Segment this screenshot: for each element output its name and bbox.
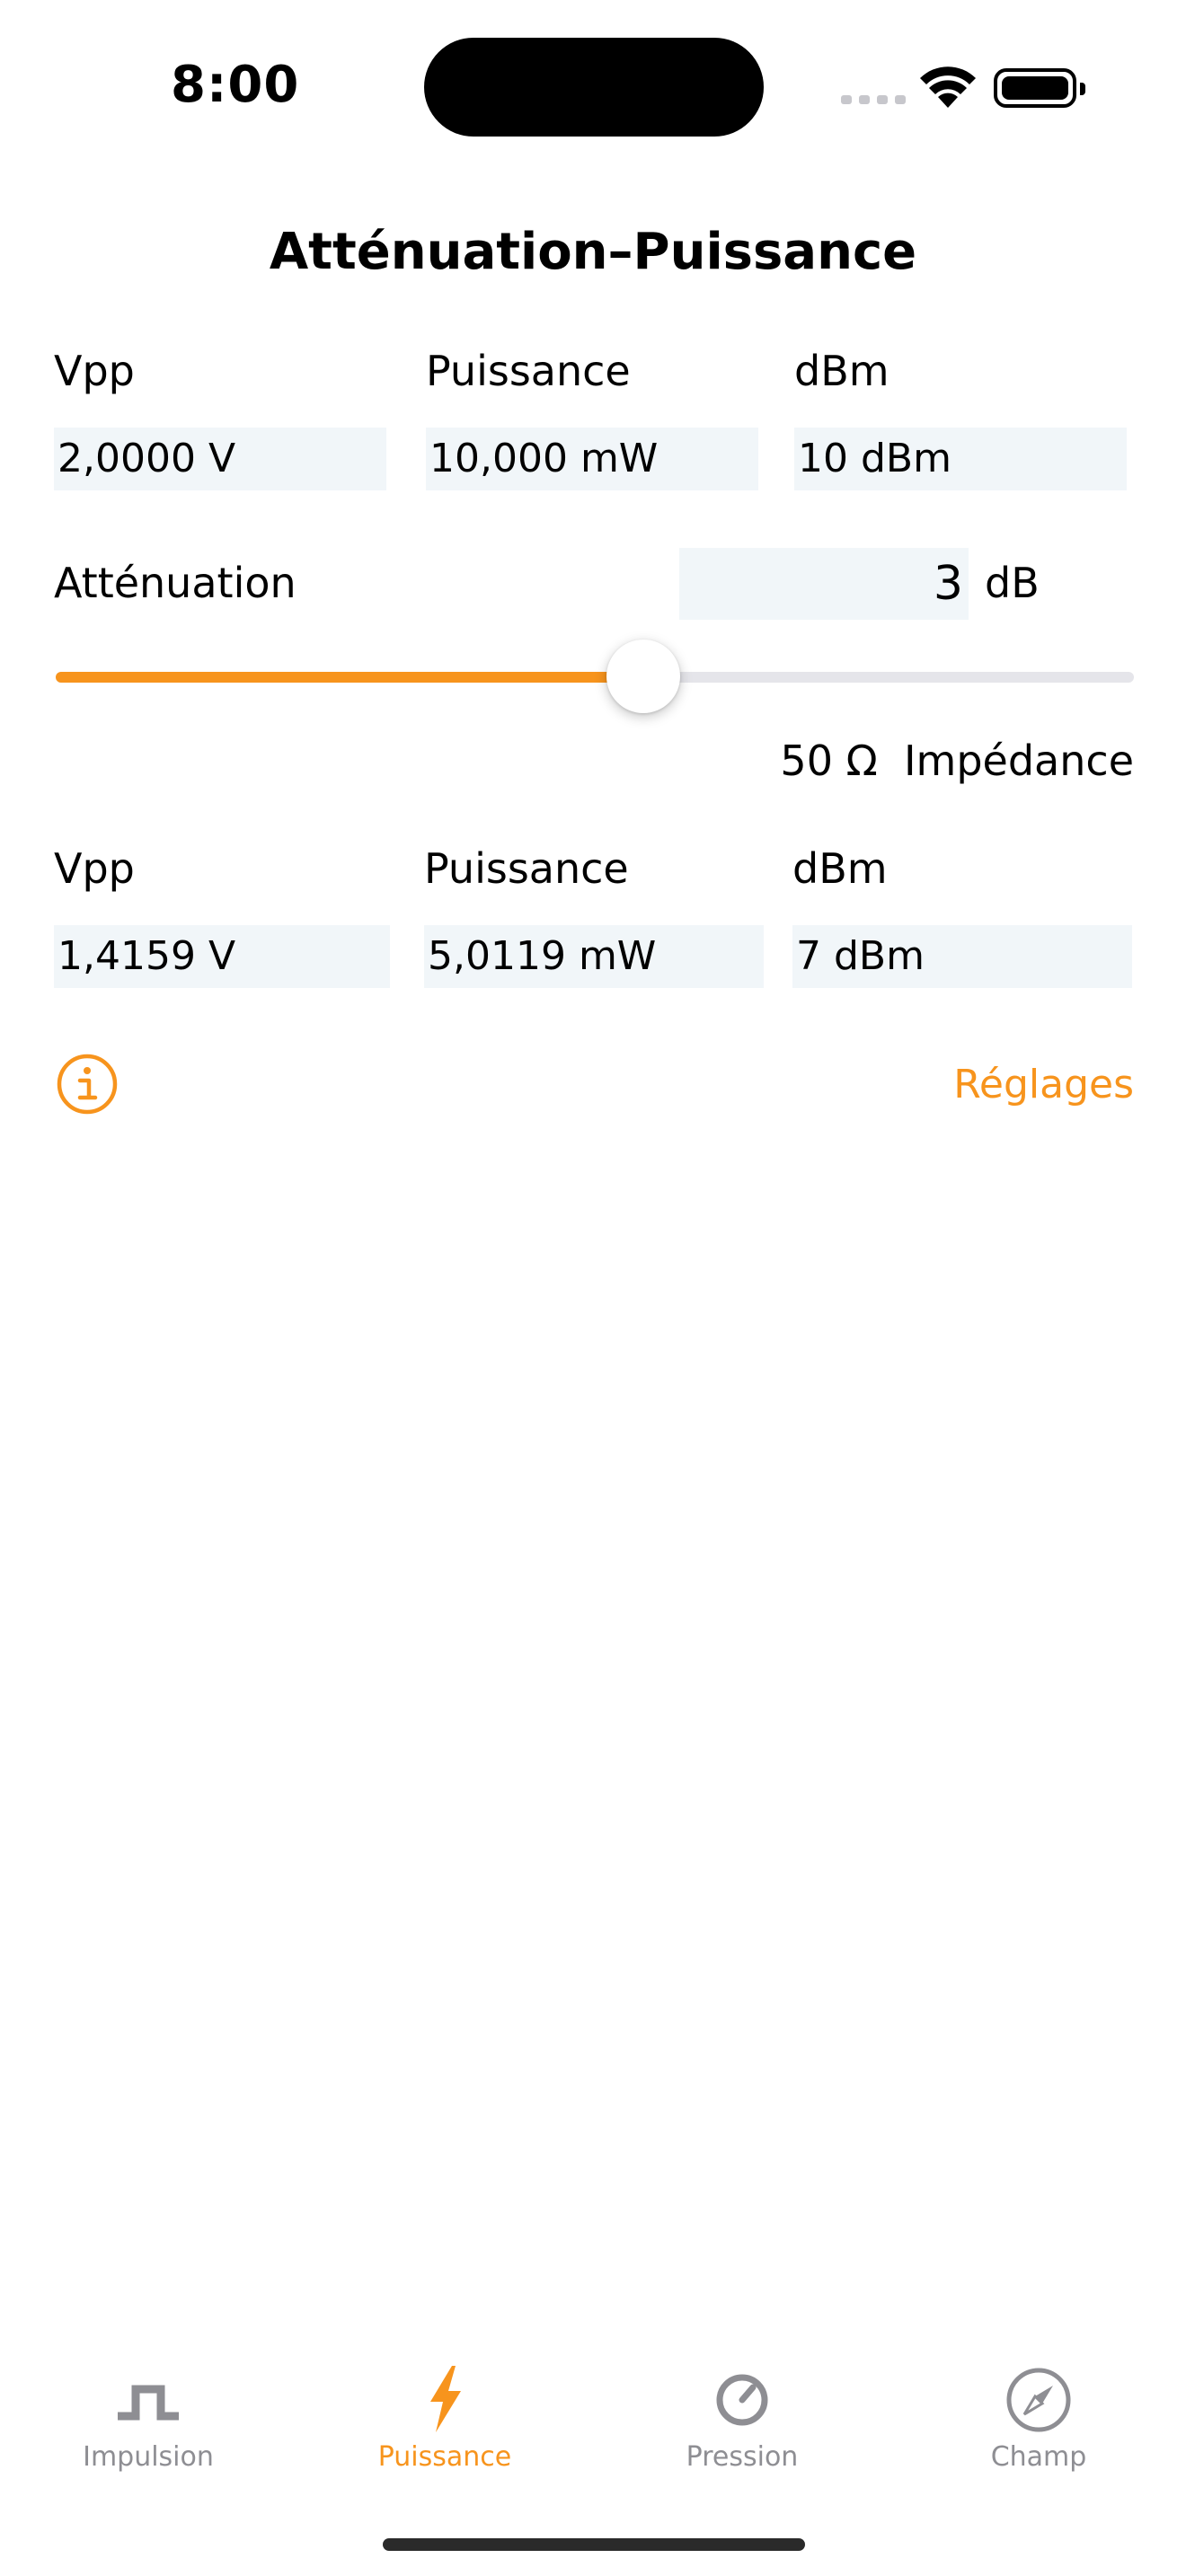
impedance-display[interactable]: 50 Ω Impédance — [780, 737, 1134, 785]
output-dbm-label: dBm — [792, 844, 888, 893]
output-power-label: Puissance — [424, 844, 629, 893]
slider-thumb[interactable] — [606, 640, 680, 713]
slider-fill — [56, 672, 643, 683]
attenuation-slider[interactable] — [56, 672, 1134, 683]
info-icon[interactable] — [56, 1053, 119, 1116]
output-power-field: 5,0119 mW — [424, 925, 764, 988]
attenuation-label: Atténuation — [54, 559, 296, 607]
settings-link[interactable]: Réglages — [953, 1062, 1134, 1107]
page-title: Atténuation–Puissance — [269, 223, 917, 281]
tab-pression[interactable]: Pression — [607, 2362, 877, 2473]
input-vpp-field[interactable]: 2,0000 V — [54, 428, 386, 490]
home-indicator — [383, 2538, 805, 2551]
status-time: 8:00 — [171, 56, 300, 114]
battery-icon — [994, 68, 1085, 108]
bolt-icon — [430, 2366, 461, 2432]
compass-icon — [1006, 2368, 1071, 2432]
tab-label: Impulsion — [83, 2441, 214, 2473]
impedance-label: Impédance — [903, 737, 1134, 785]
attenuation-field[interactable]: 3 — [679, 548, 969, 620]
tab-label: Pression — [686, 2441, 799, 2473]
attenuation-unit: dB — [985, 559, 1040, 607]
gauge-icon — [716, 2374, 768, 2426]
input-power-field[interactable]: 10,000 mW — [426, 428, 758, 490]
pulse-icon — [118, 2385, 179, 2421]
output-dbm-field: 7 dBm — [792, 925, 1132, 988]
input-dbm-label: dBm — [794, 347, 890, 395]
tab-impulsion[interactable]: Impulsion — [13, 2362, 283, 2473]
tab-label: Puissance — [377, 2441, 512, 2473]
tab-puissance[interactable]: Puissance — [310, 2362, 580, 2473]
output-vpp-field: 1,4159 V — [54, 925, 390, 988]
wifi-icon — [920, 66, 976, 108]
impedance-value: 50 Ω — [780, 737, 878, 785]
cellular-signal-icon — [841, 95, 906, 104]
tab-label: Champ — [990, 2441, 1087, 2473]
input-vpp-label: Vpp — [54, 347, 135, 395]
dynamic-island — [424, 38, 764, 137]
tab-champ[interactable]: Champ — [904, 2362, 1173, 2473]
output-vpp-label: Vpp — [54, 844, 135, 893]
screen: 8:00 Atténuation–Puissance Vpp Puissance… — [0, 0, 1186, 2576]
input-dbm-field[interactable]: 10 dBm — [794, 428, 1127, 490]
input-power-label: Puissance — [426, 347, 631, 395]
